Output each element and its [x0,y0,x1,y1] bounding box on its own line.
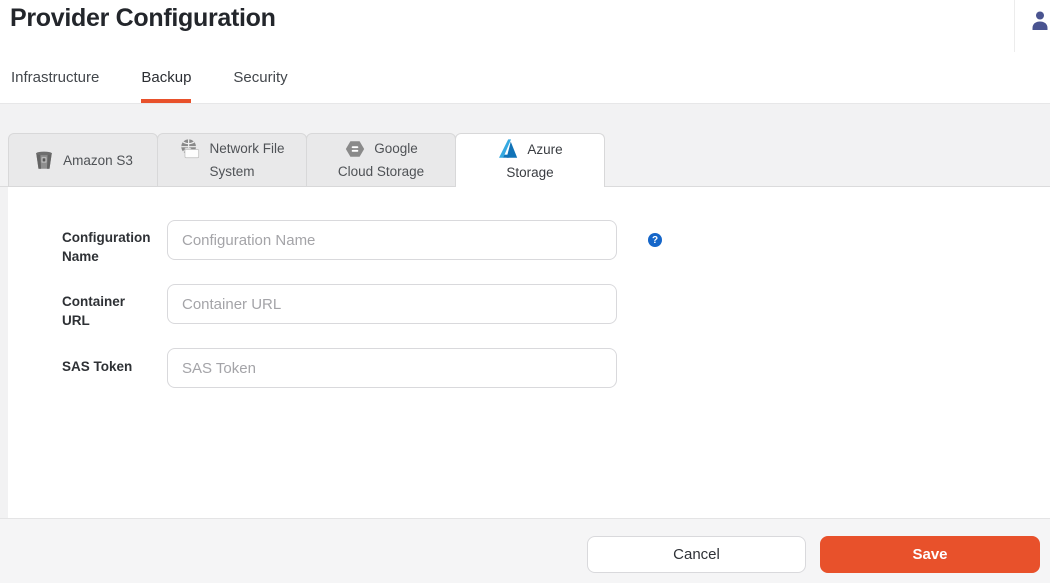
provider-tab-label: Network File System [209,141,284,179]
configuration-name-label: Configuration Name [62,228,162,266]
provider-tab-azure-storage[interactable]: Azure Storage [455,133,605,187]
provider-tabs: Amazon S3 Network File System [8,133,605,187]
provider-tab-content: Azure Storage [456,138,604,184]
container-url-input[interactable] [167,284,617,324]
provider-tab-content: Amazon S3 [9,149,157,172]
main-nav-tabs: Infrastructure Backup Security [11,69,330,103]
help-icon[interactable]: ? [648,233,662,247]
provider-tab-network-file-system[interactable]: Network File System [157,133,307,187]
footer-bar: Cancel Save [0,518,1050,583]
page-header: Provider Configuration Infrastructure Ba… [0,0,1050,104]
save-button[interactable]: Save [820,536,1040,573]
google-cloud-storage-icon [344,138,366,160]
azure-storage-icon [497,138,519,160]
tab-infrastructure[interactable]: Infrastructure [11,69,99,103]
provider-tab-label: Amazon S3 [63,153,133,168]
provider-tab-amazon-s3[interactable]: Amazon S3 [8,133,158,187]
provider-configuration-page: Provider Configuration Infrastructure Ba… [0,0,1050,583]
sas-token-input[interactable] [167,348,617,388]
header-divider [1014,0,1015,52]
configuration-name-input[interactable] [167,220,617,260]
sas-token-label: SAS Token [62,357,162,376]
page-title: Provider Configuration [10,4,276,33]
provider-tab-content: Network File System [158,137,306,183]
cancel-button[interactable]: Cancel [587,536,806,573]
network-file-system-icon [179,138,201,160]
amazon-s3-icon [33,149,55,171]
form-panel: Configuration Name ? Container URL SAS T… [8,187,1050,518]
tab-security[interactable]: Security [233,69,287,103]
tab-backup[interactable]: Backup [141,69,191,103]
container-url-label: Container URL [62,292,162,330]
user-icon[interactable] [1030,10,1050,30]
provider-tab-google-cloud-storage[interactable]: Google Cloud Storage [306,133,456,187]
provider-tab-content: Google Cloud Storage [307,137,455,183]
